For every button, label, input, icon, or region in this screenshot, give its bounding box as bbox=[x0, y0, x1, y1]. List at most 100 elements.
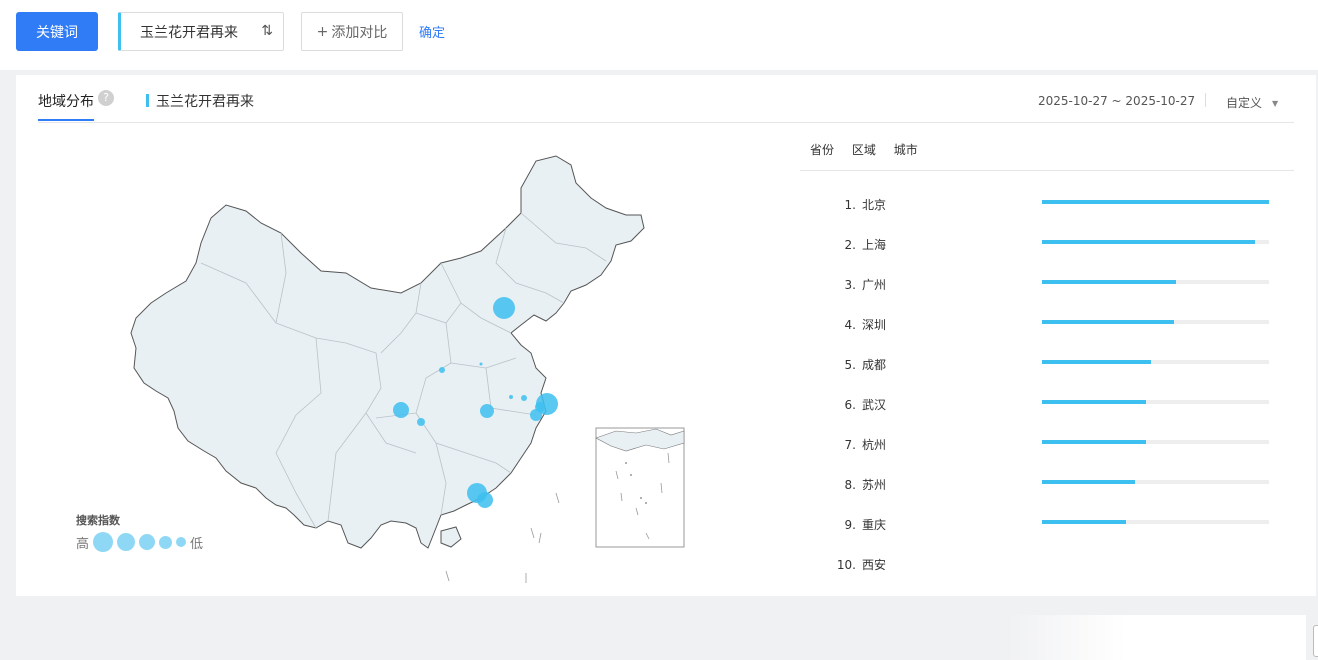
bubble-beijing[interactable] bbox=[493, 297, 515, 319]
legend-keyword-label: 玉兰花开君再来 bbox=[156, 94, 254, 110]
ranking-label: 3. 广州 bbox=[836, 276, 886, 293]
ranking-bar-track bbox=[1042, 280, 1269, 284]
ranking-row: 5. 成都 bbox=[800, 343, 1294, 383]
ranking-bar-fill bbox=[1042, 240, 1256, 244]
keyword-chip-label: 玉兰花开君再来 bbox=[140, 24, 238, 41]
ranking-row: 6. 武汉 bbox=[800, 383, 1294, 423]
ranking-bar-fill bbox=[1042, 360, 1151, 364]
keyword-button[interactable]: 关键词 bbox=[16, 12, 98, 51]
ranking-label: 5. 成都 bbox=[836, 356, 886, 373]
ranking-bar-fill bbox=[1042, 400, 1147, 404]
ranking-row: 10. 西安 bbox=[800, 543, 1294, 583]
ranking-number: 10. bbox=[836, 558, 856, 572]
bubble-zhengzhou[interactable] bbox=[479, 362, 483, 366]
ranking-label: 2. 上海 bbox=[836, 236, 886, 253]
ranking-bar-track bbox=[1042, 320, 1269, 324]
ranking-bar-fill bbox=[1042, 520, 1126, 524]
legend-high: 高 bbox=[76, 536, 90, 552]
ranking-label: 7. 杭州 bbox=[836, 436, 886, 453]
ranking-number: 5. bbox=[844, 358, 856, 372]
bubble-hefei[interactable] bbox=[509, 395, 513, 399]
ranking-number: 3. bbox=[844, 278, 856, 292]
active-tab-indicator bbox=[38, 119, 94, 121]
custom-select-label: 自定义 bbox=[1226, 96, 1263, 110]
ranking-number: 1. bbox=[844, 198, 856, 212]
divider bbox=[1205, 93, 1206, 107]
ranking-bar-fill bbox=[1042, 440, 1147, 444]
legend-dot bbox=[139, 534, 156, 550]
legend-dot bbox=[176, 537, 187, 547]
help-icon[interactable]: ? bbox=[98, 90, 114, 106]
legend-low: 低 bbox=[190, 536, 204, 552]
ranking-label: 10. 西安 bbox=[836, 556, 886, 573]
confirm-link[interactable]: 确定 bbox=[419, 22, 445, 41]
header-divider bbox=[38, 122, 1294, 123]
ranking-bar-track bbox=[1042, 240, 1269, 244]
ranking-bar-track bbox=[1042, 480, 1269, 484]
ranking-city: 杭州 bbox=[862, 438, 887, 452]
ranking-list: 1. 北京 2. 上海 3. 广州 4. 深圳 5. 成都 6. 武汉 7. 杭州 8. 苏州 9. 重庆 10. 西… bbox=[800, 183, 1294, 583]
bubble-chongqing[interactable] bbox=[417, 418, 425, 426]
size-legend: 搜索指数 高 低 bbox=[76, 512, 203, 552]
ranking-tabs: 省份 区域 城市 bbox=[810, 141, 932, 158]
ranking-city: 北京 bbox=[862, 198, 887, 212]
ranking-label: 1. 北京 bbox=[836, 196, 886, 213]
bubble-xian[interactable] bbox=[439, 367, 445, 373]
swap-icon[interactable]: ⇅ bbox=[261, 23, 273, 39]
bubble-chengdu[interactable] bbox=[393, 402, 409, 418]
date-range[interactable]: 2025-10-27 ~ 2025-10-27 bbox=[1038, 94, 1195, 108]
ranking-number: 6. bbox=[844, 398, 856, 412]
ranking-row: 7. 杭州 bbox=[800, 423, 1294, 463]
bubble-suzhou[interactable] bbox=[535, 402, 545, 412]
ranking-bar-fill bbox=[1042, 280, 1176, 284]
china-outline bbox=[130, 155, 645, 549]
caret-down-icon: ▼ bbox=[1272, 99, 1279, 108]
ranking-city: 广州 bbox=[862, 278, 887, 292]
scroll-handle-icon[interactable] bbox=[1313, 625, 1318, 657]
ranking-row: 9. 重庆 bbox=[800, 503, 1294, 543]
ranking-city: 深圳 bbox=[862, 318, 887, 332]
ranking-bar-fill bbox=[1042, 320, 1174, 324]
ranking-row: 3. 广州 bbox=[800, 263, 1294, 303]
ranking-row: 8. 苏州 bbox=[800, 463, 1294, 503]
tab-city[interactable]: 城市 bbox=[894, 143, 918, 157]
tab-region[interactable]: 区域 bbox=[852, 143, 876, 157]
bubble-shenzhen[interactable] bbox=[477, 492, 493, 508]
legend-dot bbox=[93, 532, 114, 552]
ranking-city: 重庆 bbox=[862, 518, 887, 532]
bubble-nanjing[interactable] bbox=[521, 395, 527, 401]
tab-geo-distribution[interactable]: 地域分布 bbox=[38, 91, 94, 111]
ranking-bar-fill bbox=[1042, 200, 1269, 204]
keyword-chip[interactable]: 玉兰花开君再来 ⇅ bbox=[118, 12, 284, 51]
plus-icon: + bbox=[316, 23, 329, 40]
ranking-city: 武汉 bbox=[862, 398, 887, 412]
ranking-bar-fill bbox=[1042, 480, 1136, 484]
ranking-row: 2. 上海 bbox=[800, 223, 1294, 263]
date-custom-select[interactable]: 自定义 ▼ bbox=[1226, 94, 1278, 111]
ranking-row: 4. 深圳 bbox=[800, 303, 1294, 343]
ranking-bar-track bbox=[1042, 520, 1269, 524]
ranking-number: 8. bbox=[844, 478, 856, 492]
ranking-number: 7. bbox=[844, 438, 856, 452]
add-compare-label: 添加对比 bbox=[331, 24, 388, 41]
ranking-city: 上海 bbox=[862, 238, 887, 252]
ranking-city: 成都 bbox=[862, 358, 887, 372]
keyword-legend: 玉兰花开君再来 bbox=[146, 91, 254, 111]
legend-dot bbox=[117, 533, 136, 551]
size-legend-title: 搜索指数 bbox=[76, 514, 120, 527]
ranking-label: 4. 深圳 bbox=[836, 316, 886, 333]
ranking-bar-track bbox=[1042, 400, 1269, 404]
bubble-wuhan[interactable] bbox=[480, 404, 494, 418]
tab-province[interactable]: 省份 bbox=[810, 143, 834, 157]
ranking-bar-track bbox=[1042, 440, 1269, 444]
ranking-label: 6. 武汉 bbox=[836, 396, 886, 413]
legend-dot bbox=[159, 535, 173, 549]
ranking-number: 2. bbox=[844, 238, 856, 252]
ranking-divider bbox=[800, 170, 1294, 171]
ranking-row: 1. 北京 bbox=[800, 183, 1294, 223]
top-toolbar: 关键词 玉兰花开君再来 ⇅ + 添加对比 确定 bbox=[0, 0, 1318, 70]
add-compare-button[interactable]: + 添加对比 bbox=[301, 12, 403, 51]
south-sea-inset bbox=[595, 427, 685, 548]
ranking-city: 西安 bbox=[862, 558, 887, 572]
ranking-city: 苏州 bbox=[862, 478, 887, 492]
